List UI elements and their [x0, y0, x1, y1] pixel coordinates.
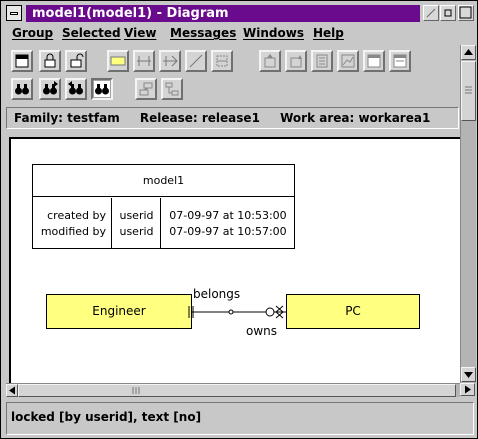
vertical-scroll-thumb[interactable] [461, 61, 476, 121]
menu-bar: Group Selected View Messages Windows Hel… [2, 24, 476, 43]
delete-line-icon[interactable] [185, 50, 207, 72]
grid-icon[interactable] [211, 50, 233, 72]
release-label: Release: release1 [139, 111, 260, 125]
family-label: Family: testfam [14, 111, 120, 125]
toolbar [5, 45, 457, 103]
diagram-canvas[interactable]: model1 created by modified by userid use… [9, 137, 460, 383]
find-next-icon[interactable] [39, 78, 61, 100]
menu-view[interactable]: View [124, 25, 156, 41]
find-prev-icon[interactable] [65, 78, 87, 100]
relationship-tool-icon[interactable] [133, 50, 155, 72]
zoom-fit-icon[interactable] [135, 78, 157, 100]
menu-group[interactable]: Group [12, 25, 53, 41]
diagram-window: model1(model1) - Diagram Group Selected … [0, 0, 478, 439]
relationship-forward-label[interactable]: belongs [193, 287, 240, 301]
context-info-bar: Family: testfam Release: release1 Work a… [6, 107, 459, 129]
zoom-tree-icon[interactable] [161, 78, 183, 100]
scroll-down-button[interactable] [461, 367, 476, 382]
maximize-button[interactable] [458, 5, 474, 21]
workarea-label: Work area: workarea1 [280, 111, 431, 125]
window-icon[interactable] [363, 50, 385, 72]
title-bar[interactable]: model1(model1) - Diagram [2, 2, 476, 24]
menu-help[interactable]: Help [313, 25, 344, 41]
relationship-line[interactable] [11, 139, 460, 383]
scroll-corner [460, 383, 476, 397]
menu-selected[interactable]: Selected [62, 25, 121, 41]
layout-up-icon[interactable] [259, 50, 281, 72]
find-icon[interactable] [11, 78, 33, 100]
menu-messages[interactable]: Messages [170, 25, 236, 41]
horizontal-scroll-thumb[interactable] [18, 384, 456, 397]
relationship-reverse-label[interactable]: owns [246, 324, 277, 338]
status-bar: locked [by userid], text [no] [6, 402, 474, 435]
select-icon[interactable] [11, 50, 33, 72]
vertical-scrollbar[interactable] [460, 45, 476, 383]
table-icon[interactable] [311, 50, 333, 72]
minimize-button[interactable] [423, 5, 439, 21]
unlock-icon[interactable] [65, 50, 87, 72]
one-to-many-icon[interactable] [159, 50, 181, 72]
scroll-right-button[interactable] [460, 383, 475, 396]
lock-icon[interactable] [39, 50, 61, 72]
find-all-icon[interactable] [91, 78, 113, 100]
window-title: model1(model1) - Diagram [26, 5, 420, 22]
window2-icon[interactable] [389, 50, 411, 72]
horizontal-scrollbar[interactable] [6, 383, 460, 397]
layout-down-icon[interactable] [285, 50, 307, 72]
scroll-up-button[interactable] [461, 45, 476, 60]
scroll-left-button[interactable] [6, 384, 18, 397]
restore-button[interactable] [440, 5, 456, 21]
entity-tool-icon[interactable] [107, 50, 129, 72]
menu-windows[interactable]: Windows [243, 25, 304, 41]
chart-icon[interactable] [337, 50, 359, 72]
system-menu-icon[interactable] [6, 5, 22, 21]
